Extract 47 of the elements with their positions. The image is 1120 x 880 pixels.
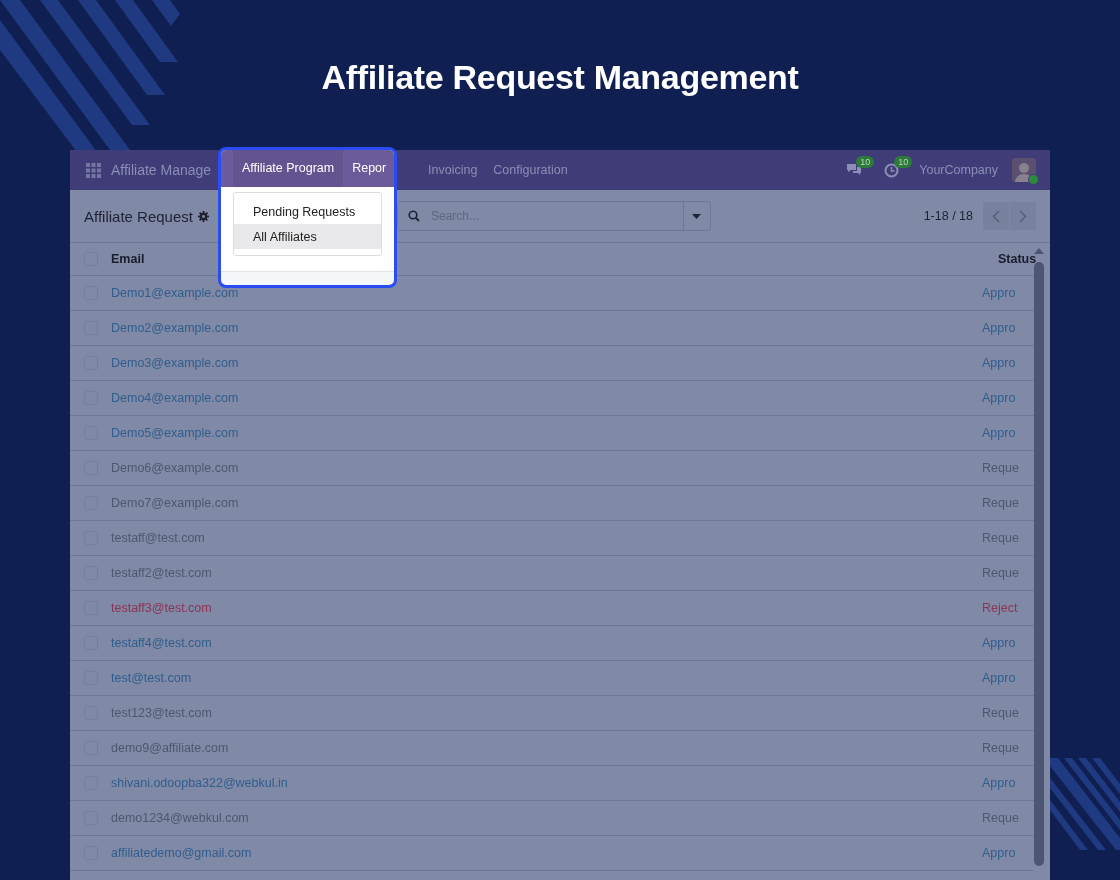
status-cell-text: Appro bbox=[982, 846, 1017, 860]
email-cell-text: Demo2@example.com bbox=[111, 321, 240, 335]
email-cell-text: testaff3@test.com bbox=[111, 601, 213, 615]
clock-icon[interactable] bbox=[884, 162, 900, 178]
email-cell-text: affiliatedemo@gmail.com bbox=[111, 846, 253, 860]
chat-icon[interactable] bbox=[846, 163, 863, 177]
nav-menu-item[interactable]: Repor bbox=[343, 150, 394, 187]
status-cell-text: Appro bbox=[982, 286, 1017, 300]
settings-icon[interactable] bbox=[197, 210, 209, 222]
caret-icon[interactable] bbox=[692, 213, 702, 219]
page-title: Affiliate Request Management bbox=[321, 58, 799, 97]
email-cell-text: Demo4@example.com bbox=[111, 391, 240, 405]
email-cell-text: test@test.com bbox=[111, 671, 193, 685]
column-header[interactable]: Status bbox=[998, 252, 1034, 266]
status-cell-text: Appro bbox=[982, 776, 1017, 790]
status-cell-text: Appro bbox=[982, 391, 1017, 405]
column-header[interactable]: Email bbox=[111, 252, 998, 266]
previous-page-button[interactable] bbox=[983, 202, 1009, 230]
status-cell-text: Appro bbox=[982, 356, 1017, 370]
email-cell-text: Demo3@example.com bbox=[111, 356, 240, 370]
email-cell-text: testaff4@test.com bbox=[111, 636, 213, 650]
nav-menu-item[interactable]: Configuration bbox=[485, 150, 576, 190]
notification-badge: 10 bbox=[856, 156, 875, 168]
email-cell-text: Demo5@example.com bbox=[111, 426, 240, 440]
nav-menu-item[interactable]: Invoicing bbox=[420, 150, 486, 190]
online-status-dot bbox=[1028, 174, 1039, 185]
email-cell-text: shivani.odoopba322@webkul.in bbox=[111, 776, 289, 790]
dropdown-item[interactable]: All Affiliates bbox=[234, 224, 381, 249]
status-cell: Reject bbox=[982, 601, 1018, 615]
avatar-icon[interactable] bbox=[1012, 158, 1036, 182]
search-icon bbox=[407, 210, 420, 222]
status-cell-text: Appro bbox=[982, 671, 1017, 685]
company-name[interactable]: YourCompany bbox=[919, 163, 998, 177]
dropdown-item[interactable]: Pending Requests bbox=[234, 199, 381, 224]
status-cell-text: Appro bbox=[982, 321, 1017, 335]
notification-badge: 10 bbox=[894, 155, 913, 168]
next-page-button[interactable] bbox=[1010, 202, 1036, 230]
chevron-left-icon bbox=[992, 209, 1000, 223]
pager-count: 1-18 / 18 bbox=[923, 209, 973, 223]
app-name[interactable]: Affiliate Manage bbox=[111, 162, 212, 178]
status-cell-text: Appro bbox=[982, 636, 1017, 650]
app-grid-icon[interactable] bbox=[86, 162, 101, 178]
nav-menu-item[interactable]: Affiliate Program bbox=[233, 150, 344, 187]
email-cell-text: Demo1@example.com bbox=[111, 286, 240, 300]
chevron-right-icon bbox=[1019, 209, 1027, 223]
breadcrumb: Affiliate Request bbox=[84, 207, 193, 225]
status-cell-text: Appro bbox=[982, 426, 1017, 440]
